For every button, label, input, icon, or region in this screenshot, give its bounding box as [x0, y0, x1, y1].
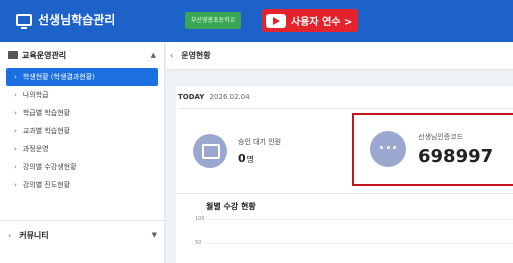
sidebar-item-label: 나의학급 [22, 91, 49, 99]
chevron-right-icon: › [14, 73, 17, 81]
chevron-right-icon: › [14, 163, 17, 171]
back-chevron-icon[interactable]: ‹ [170, 51, 173, 60]
play-icon [266, 13, 286, 28]
sidebar-item-label: 학생현황 (학생결과현황) [22, 73, 95, 81]
breadcrumb: ‹ 운영현황 [166, 42, 513, 70]
sidebar-section-title: 교육운영관리 [22, 50, 67, 60]
sidebar-section-header[interactable]: 교육운영관리 ▲ [0, 42, 164, 68]
y-tick-label: 100 [195, 216, 205, 222]
sidebar-item-subject-progress[interactable]: › 교과별 학습현황 [0, 122, 164, 140]
sidebar-divider [0, 220, 165, 221]
chevron-right-icon: › [14, 91, 17, 99]
chevron-right-icon: › [14, 181, 17, 189]
today-date: TODAY 2026.02.04 [178, 93, 250, 101]
sidebar-item-class-progress[interactable]: › 학급별 학습현황 [0, 104, 164, 122]
code-chat-icon [370, 131, 406, 167]
sidebar-item-label: 강의별 진도현황 [22, 181, 71, 189]
approval-unit: 명 [246, 155, 255, 164]
book-icon [8, 51, 18, 59]
sidebar-item-lecture-students[interactable]: › 강의별 수강생현황 [0, 158, 164, 176]
sidebar-item-my-class[interactable]: › 나의학급 [0, 86, 164, 104]
approval-icon [193, 134, 227, 168]
panel-divider [178, 108, 513, 109]
chevron-right-icon: › [14, 127, 17, 135]
chevron-up-icon[interactable]: ▲ [151, 51, 156, 59]
chevron-right-icon: › [14, 109, 17, 117]
top-bar: 선생님학습관리 부산영광초등학교 사용자 연수 > [0, 0, 513, 42]
gridline [205, 219, 513, 220]
sidebar-item-label: 강의별 수강생현황 [22, 163, 77, 171]
monitor-icon [16, 13, 32, 29]
sidebar-item-student-status[interactable]: › 학생현황 (학생결과현황) [6, 68, 158, 86]
approval-value: 0명 [238, 152, 254, 165]
sidebar: 교육운영관리 ▲ › 학생현황 (학생결과현황) › 나의학급 › 학급별 학습… [0, 42, 165, 263]
sidebar-item-label: 교과별 학습현황 [22, 127, 71, 135]
app-brand[interactable]: 선생님학습관리 [16, 11, 116, 29]
page-title: 운영현황 [181, 51, 211, 60]
today-label: TODAY [178, 93, 205, 101]
chevron-down-icon[interactable]: ▼ [152, 231, 157, 239]
teacher-code-label: 선생님인증코드 [418, 133, 464, 141]
school-badge: 부산영광초등학교 [185, 12, 242, 29]
user-training-button[interactable]: 사용자 연수 > [262, 9, 359, 32]
sidebar-item-label: 과정운영 [22, 145, 49, 153]
community-label: 커뮤니티 [19, 230, 49, 240]
sidebar-item-course-operation[interactable]: › 과정운영 [0, 140, 164, 158]
sidebar-item-lecture-progress[interactable]: › 강의별 진도현황 [0, 176, 164, 194]
user-training-label: 사용자 연수 > [291, 17, 353, 28]
sidebar-item-label: 학급별 학습현황 [22, 109, 71, 117]
sidebar-item-community[interactable]: › 커뮤니티 ▼ [0, 224, 165, 246]
approval-count: 0 [238, 152, 246, 165]
app-title: 선생님학습관리 [38, 13, 116, 27]
chart-title: 월별 수강 현황 [206, 202, 256, 211]
approval-label: 승인 대기 인원 [238, 138, 282, 146]
today-value: 2026.02.04 [209, 93, 250, 101]
chevron-right-icon: › [8, 230, 12, 240]
gridline [205, 243, 513, 244]
chevron-right-icon: › [14, 145, 17, 153]
teacher-code-value: 698997 [418, 146, 494, 167]
y-tick-label: 50 [195, 240, 202, 246]
